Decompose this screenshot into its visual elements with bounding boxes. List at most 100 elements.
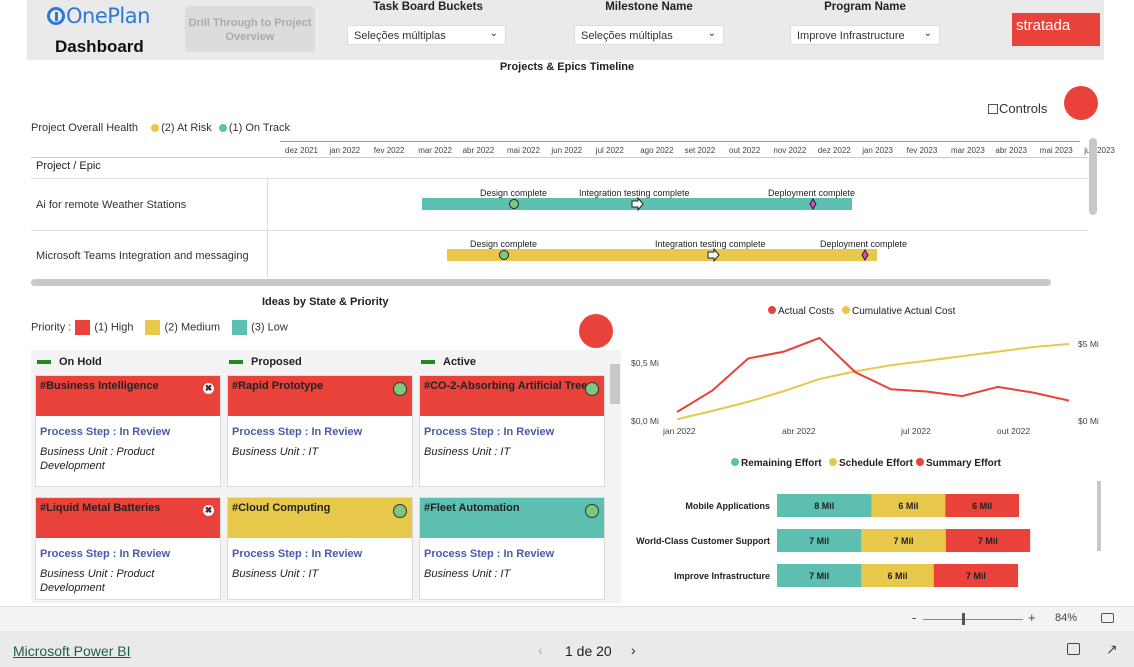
column-header-active: Active: [421, 356, 476, 368]
business-unit: Business Unit : IT: [424, 568, 511, 580]
bar-value-label: 6 Mil: [898, 501, 918, 511]
milestone-circle-icon: [509, 199, 519, 209]
x-tick-label: jul 2022: [900, 426, 931, 436]
close-icon[interactable]: ✖: [203, 505, 214, 516]
process-step: Process Step : In Review: [424, 548, 555, 560]
priority-label: Priority :: [31, 321, 72, 334]
y-tick-label: $0,0 Mi: [631, 416, 659, 426]
legend-dot: [829, 458, 837, 466]
fit-page-icon[interactable]: [1101, 613, 1114, 623]
legend-label: Actual Costs: [778, 306, 834, 317]
ideas-scrollbar[interactable]: [610, 364, 620, 404]
timeline-vertical-scrollbar[interactable]: [1089, 138, 1097, 215]
process-step: Process Step : In Review: [232, 426, 363, 438]
card-title: #Business Intelligence: [40, 380, 159, 392]
category-label: Mobile Applications: [685, 501, 770, 511]
column-header-proposed: Proposed: [229, 356, 302, 368]
process-step: Process Step : In Review: [40, 548, 171, 560]
zoom-out-button[interactable]: -: [912, 610, 916, 625]
card-header: #Cloud Computing: [228, 498, 412, 538]
legend-label: Schedule Effort: [839, 458, 914, 469]
process-step: Process Step : In Review: [40, 426, 171, 438]
close-icon[interactable]: ✖: [203, 383, 214, 394]
collapse-icon[interactable]: [229, 360, 243, 365]
legend-dot: [768, 306, 776, 314]
card-title: #Cloud Computing: [232, 502, 331, 514]
powerbi-link[interactable]: Microsoft Power BI: [13, 643, 130, 659]
column-name: Active: [443, 356, 477, 368]
idea-card[interactable]: #Cloud Computing Process Step : In Revie…: [227, 497, 413, 600]
priority-legend: Priority : (1) High (2) Medium (3) Low: [31, 320, 288, 335]
milestone-markers: [499, 196, 869, 263]
bar-value-label: 7 Mil: [809, 536, 829, 546]
business-unit: Business Unit : Product Development: [40, 568, 155, 594]
zoom-slider-handle[interactable]: [962, 613, 965, 625]
collapse-icon[interactable]: [421, 360, 435, 365]
legend-dot: [916, 458, 924, 466]
zoom-level: 84%: [1055, 612, 1078, 624]
zoom-in-button[interactable]: +: [1028, 610, 1036, 625]
idea-card[interactable]: #Rapid Prototype Process Step : In Revie…: [227, 375, 413, 487]
bar-value-label: 6 Mil: [888, 571, 908, 581]
collapse-icon[interactable]: [37, 360, 51, 365]
card-title: #Fleet Automation: [424, 502, 520, 514]
card-header: #Liquid Metal Batteries ✖: [36, 498, 220, 538]
y-tick-label: $0,5 Mi: [631, 358, 659, 368]
card-title: #CO-2-Absorbing Artificial Trees: [424, 380, 594, 392]
priority-item: (2) Medium: [164, 321, 221, 334]
effort-scrollbar[interactable]: [1097, 481, 1101, 551]
column-header-on-hold: On Hold: [37, 356, 102, 368]
page-indicator: 1 de 20: [565, 643, 612, 659]
business-unit: Business Unit : IT: [232, 568, 319, 580]
bar-value-label: 7 Mil: [966, 571, 986, 581]
y2-tick-label: $0 Mi: [1078, 416, 1099, 426]
idea-card[interactable]: #Fleet Automation Process Step : In Revi…: [419, 497, 605, 600]
cost-line-chart: Actual Costs Cumulative Actual Cost $0,5 M…: [631, 306, 1099, 436]
arrow-right-icon: [631, 196, 644, 212]
x-tick-label: jan 2022: [662, 426, 696, 436]
zoom-slider[interactable]: [923, 619, 1023, 620]
column-name: Proposed: [251, 356, 302, 368]
status-triangle-icon: [393, 382, 407, 396]
business-unit: Business Unit : Product Development: [40, 446, 155, 472]
card-header: #Business Intelligence ✖: [36, 376, 220, 416]
legend-label: Cumulative Actual Cost: [852, 306, 956, 317]
idea-card[interactable]: #Liquid Metal Batteries ✖ Process Step : …: [35, 497, 221, 600]
legend-dot: [731, 458, 739, 466]
status-triangle-icon: [585, 504, 599, 518]
diamond-icon: [861, 249, 869, 261]
effort-bar-chart: Remaining Effort Schedule Effort Summary E…: [636, 458, 1031, 587]
category-label: World-Class Customer Support: [636, 536, 770, 546]
idea-card[interactable]: #CO-2-Absorbing Artificial Trees Process…: [419, 375, 605, 487]
fullscreen-icon[interactable]: ↗: [1106, 641, 1118, 658]
bar-value-label: 7 Mil: [978, 536, 998, 546]
bar-value-label: 7 Mil: [809, 571, 829, 581]
bar-value-label: 6 Mil: [972, 501, 992, 511]
diamond-icon: [809, 198, 817, 210]
x-tick-label: out 2022: [997, 426, 1030, 436]
card-header: #CO-2-Absorbing Artificial Trees: [420, 376, 604, 416]
share-icon[interactable]: [1067, 643, 1080, 655]
arrow-right-icon: [707, 247, 720, 263]
prev-page-icon[interactable]: ‹: [538, 642, 543, 658]
card-header: #Fleet Automation: [420, 498, 604, 538]
milestone-circle-icon: [499, 250, 509, 260]
y2-tick-label: $5 Mi: [1078, 339, 1099, 349]
business-unit: Business Unit : IT: [424, 446, 511, 458]
status-triangle-icon: [585, 382, 599, 396]
process-step: Process Step : In Review: [232, 548, 363, 560]
card-title: #Rapid Prototype: [232, 380, 324, 392]
column-name: On Hold: [59, 356, 102, 368]
legend-dot: [842, 306, 850, 314]
business-unit: Business Unit : IT: [232, 446, 319, 458]
priority-item: (1) High: [94, 321, 134, 334]
bar-value-label: 7 Mil: [894, 536, 914, 546]
idea-card[interactable]: #Business Intelligence ✖ Process Step : I…: [35, 375, 221, 487]
ideas-title: Ideas by State & Priority: [262, 296, 389, 308]
stratada-badge-icon: [579, 314, 613, 348]
priority-swatch: [232, 320, 248, 335]
x-tick-label: abr 2022: [782, 426, 816, 436]
legend-label: Remaining Effort: [741, 458, 822, 469]
next-page-icon[interactable]: ›: [631, 642, 636, 658]
timeline-horizontal-scrollbar[interactable]: [31, 279, 1051, 286]
